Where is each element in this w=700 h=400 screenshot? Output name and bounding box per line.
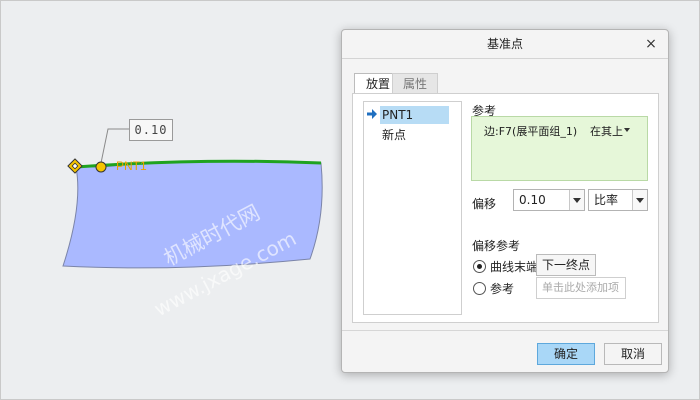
tab-properties[interactable]: 属性: [392, 73, 438, 94]
next-endpoint-button[interactable]: 下一终点: [536, 254, 596, 276]
dimension-leader: [100, 128, 129, 164]
offset-value-dropdown[interactable]: [569, 190, 584, 210]
references-collector[interactable]: 边:F7(展平面组_1) 在其上: [471, 116, 648, 181]
chevron-down-icon: [573, 198, 581, 203]
placement-panel: PNT1 新点 参考 边:F7(展平面组_1) 在其上 偏移 0.10 比率 偏…: [352, 93, 659, 323]
button-row-divider: [342, 330, 668, 331]
point-label: PNT1: [116, 159, 147, 173]
current-point-arrow-icon: [367, 109, 377, 119]
offset-label: 偏移: [472, 197, 497, 211]
point-list: PNT1 新点: [363, 101, 462, 315]
cancel-button[interactable]: 取消: [604, 343, 662, 365]
offset-value[interactable]: 0.10: [519, 190, 546, 210]
add-reference-field[interactable]: 单击此处添加项: [536, 277, 626, 299]
offset-type-select[interactable]: 比率: [588, 189, 648, 211]
close-icon[interactable]: ×: [642, 35, 660, 53]
curve-end-label[interactable]: 曲线末端: [490, 258, 538, 275]
offset-reference-label: 偏移参考: [472, 239, 521, 253]
ok-button[interactable]: 确定: [537, 343, 595, 365]
dialog-title: 基准点: [486, 37, 523, 51]
point-list-item-new[interactable]: 新点: [380, 126, 449, 144]
chevron-down-icon: [636, 198, 644, 203]
offset-dimension[interactable]: 0.10: [129, 119, 173, 141]
offset-type-dropdown[interactable]: [632, 190, 647, 210]
radio-reference[interactable]: [473, 282, 486, 295]
chevron-down-icon[interactable]: [624, 128, 630, 132]
radio-curve-end[interactable]: [473, 260, 486, 273]
offset-value-combo[interactable]: 0.10: [513, 189, 585, 211]
datum-point-pnt1: [95, 161, 107, 173]
datum-point-dialog: 基准点 × 放置 属性 PNT1 新点 参考 边:F7(展平面组_1) 在其上 …: [341, 29, 669, 373]
point-list-item-pnt1[interactable]: PNT1: [380, 106, 449, 124]
reference-constraint[interactable]: 在其上: [590, 123, 623, 139]
model-canvas: [62, 128, 323, 269]
dialog-titlebar[interactable]: 基准点 ×: [342, 30, 668, 59]
offset-type[interactable]: 比率: [594, 190, 618, 210]
reference-option-label[interactable]: 参考: [490, 280, 514, 297]
radio-selected-dot: [477, 264, 482, 269]
model-viewport[interactable]: 0.10 PNT1 机械时代网 www.jxage.com: [0, 0, 340, 400]
reference-item[interactable]: 边:F7(展平面组_1): [484, 123, 577, 139]
